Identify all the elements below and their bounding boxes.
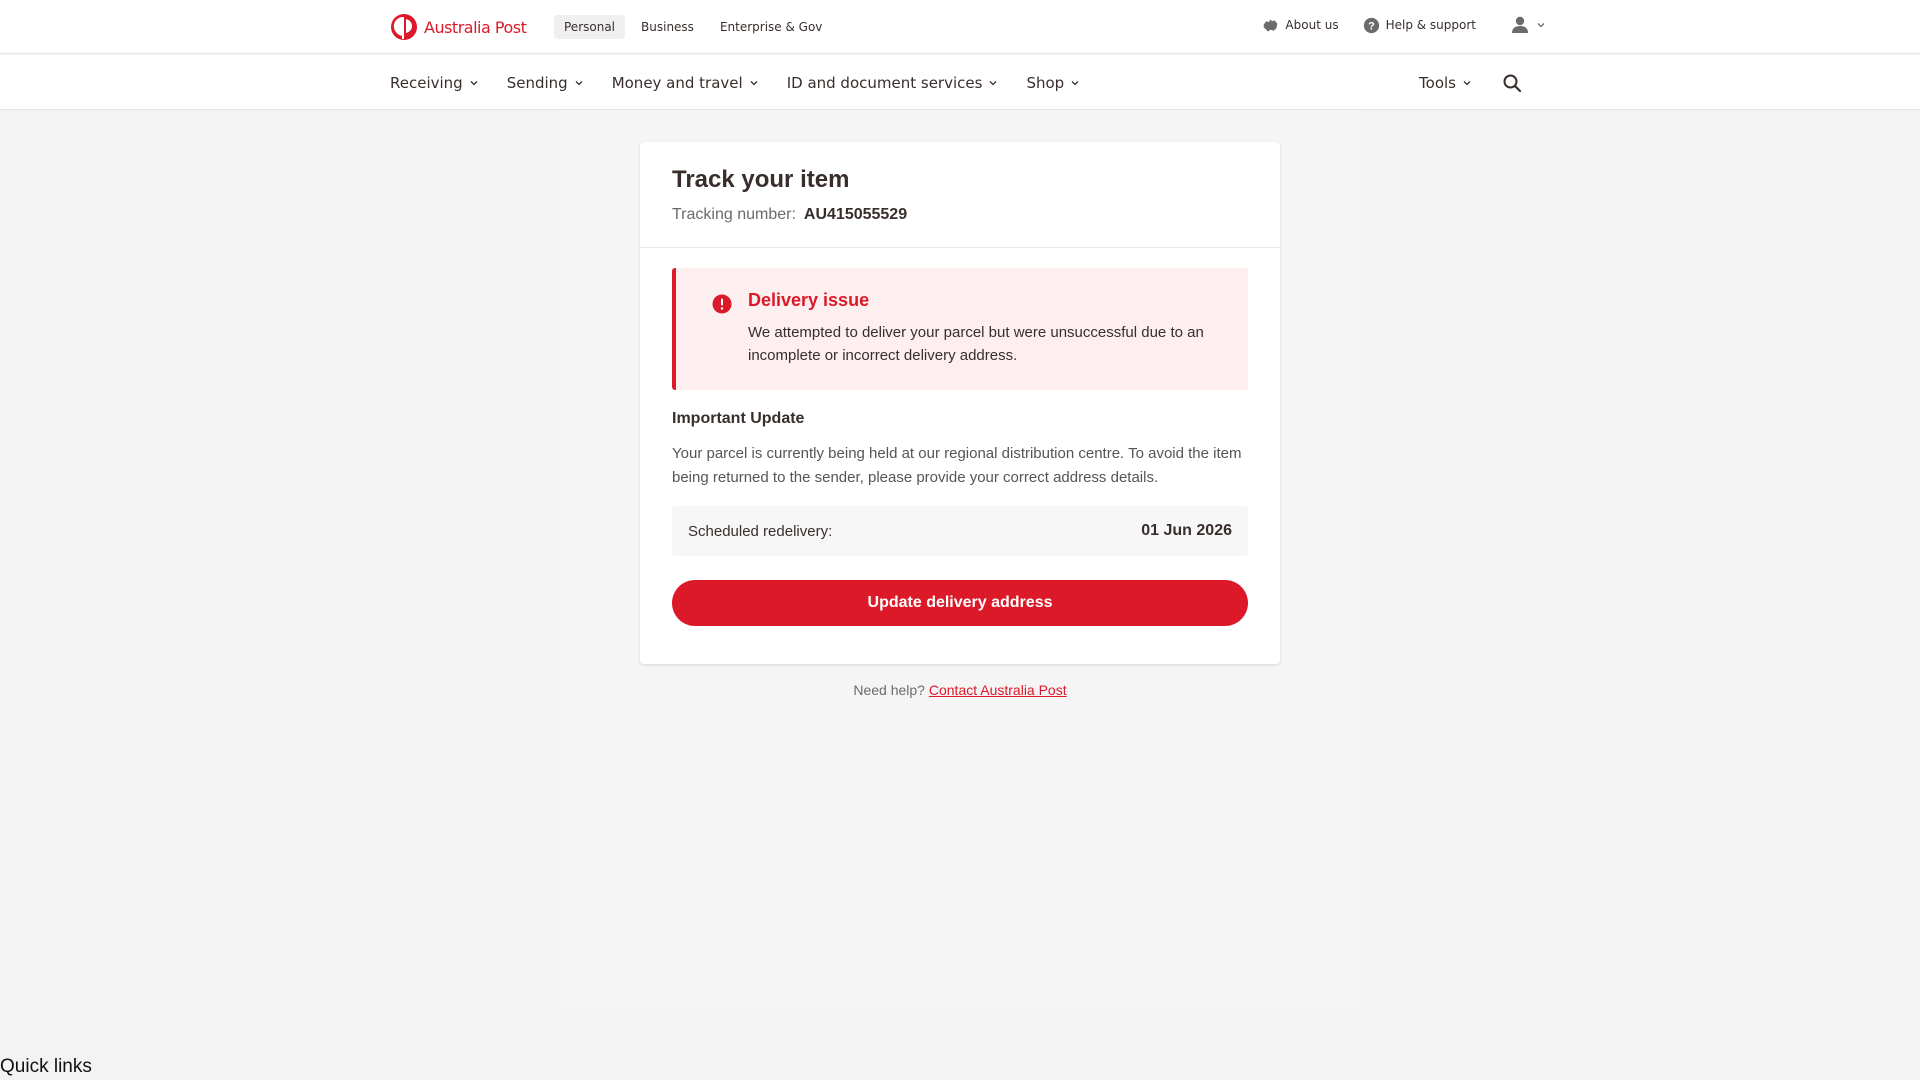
about-us-label: About us <box>1285 18 1339 32</box>
main-nav-items: Receiving Sending Money and travel ID an… <box>390 55 1080 110</box>
nav-item-sending[interactable]: Sending <box>507 74 584 92</box>
chevron-down-icon <box>1071 80 1079 85</box>
about-us-link[interactable]: About us <box>1262 17 1339 34</box>
audience-segments: Personal Business Enterprise & Gov <box>554 15 832 39</box>
nav-item-id-document[interactable]: ID and document services <box>787 74 999 92</box>
nav-item-tools[interactable]: Tools <box>1419 74 1472 92</box>
nav-item-label: Shop <box>1026 73 1065 92</box>
user-icon <box>1512 16 1528 33</box>
update-delivery-address-button[interactable]: Update delivery address <box>672 580 1248 626</box>
chevron-down-icon <box>575 80 583 85</box>
brand-name: Australia Post <box>424 17 527 37</box>
alert-text: We attempted to deliver your parcel but … <box>748 324 1204 364</box>
scheduled-redelivery-row: Scheduled redelivery: 01 Jun 2026 <box>672 506 1248 556</box>
segment-enterprise-gov[interactable]: Enterprise & Gov <box>710 15 832 39</box>
search-icon <box>1503 74 1522 92</box>
chevron-down-icon <box>989 80 997 85</box>
quick-links-heading: Quick links <box>0 1056 92 1077</box>
segment-personal[interactable]: Personal <box>554 15 626 39</box>
top-bar: Australia Post Personal Business Enterpr… <box>0 0 1920 54</box>
redelivery-date: 01 Jun 2026 <box>1141 522 1232 539</box>
nav-item-receiving[interactable]: Receiving <box>390 74 479 92</box>
nav-item-label: Money and travel <box>611 73 743 92</box>
nav-item-label: Tools <box>1419 73 1456 92</box>
alert-title: Delivery issue <box>748 290 870 310</box>
nav-item-shop[interactable]: Shop <box>1026 74 1080 92</box>
utility-nav: About us ? Help & support <box>1262 15 1546 35</box>
exclamation-circle-icon <box>712 294 732 314</box>
nav-item-label: Receiving <box>390 73 463 92</box>
question-circle-icon: ? <box>1363 17 1379 33</box>
main-nav-right: Tools <box>1419 55 1522 110</box>
svg-text:?: ? <box>1368 20 1375 32</box>
tracking-number-label: Tracking number: <box>672 206 796 223</box>
help-support-label: Help & support <box>1385 18 1476 32</box>
australia-map-icon <box>1264 19 1278 31</box>
help-support-link[interactable]: ? Help & support <box>1363 17 1476 34</box>
nav-item-money-travel[interactable]: Money and travel <box>612 74 759 92</box>
redelivery-label: Scheduled redelivery: <box>688 522 833 540</box>
help-prefix: Need help? <box>853 682 925 698</box>
important-update-heading: Important Update <box>672 410 805 427</box>
tracking-card-header: Track your item Tracking number: AU41505… <box>640 142 1280 248</box>
important-update-text: Your parcel is currently being held at o… <box>672 445 1242 486</box>
tracking-number-row: Tracking number: AU415055529 <box>672 206 1248 224</box>
help-line: Need help? Contact Australia Post <box>640 682 1280 698</box>
delivery-issue-alert: Delivery issue We attempted to deliver y… <box>672 268 1248 390</box>
chevron-down-icon <box>1537 23 1545 28</box>
search-button[interactable] <box>1502 73 1522 93</box>
main-nav: Receiving Sending Money and travel ID an… <box>0 55 1920 110</box>
tracking-card-body: Delivery issue We attempted to deliver y… <box>640 248 1280 626</box>
chevron-down-icon <box>1463 80 1471 85</box>
page-title: Track your item <box>672 166 850 193</box>
nav-item-label: ID and document services <box>786 73 983 92</box>
tracking-card: Track your item Tracking number: AU41505… <box>640 142 1280 664</box>
brand-logo-link[interactable]: Australia Post <box>390 13 527 41</box>
nav-item-label: Sending <box>506 73 568 92</box>
account-menu-button[interactable] <box>1510 15 1546 35</box>
chevron-down-icon <box>470 80 478 85</box>
australia-post-logo-icon <box>391 14 417 40</box>
tracking-number: AU415055529 <box>803 206 908 223</box>
contact-australia-post-link[interactable]: Contact Australia Post <box>929 682 1067 698</box>
chevron-down-icon <box>750 80 758 85</box>
segment-business[interactable]: Business <box>631 15 704 39</box>
